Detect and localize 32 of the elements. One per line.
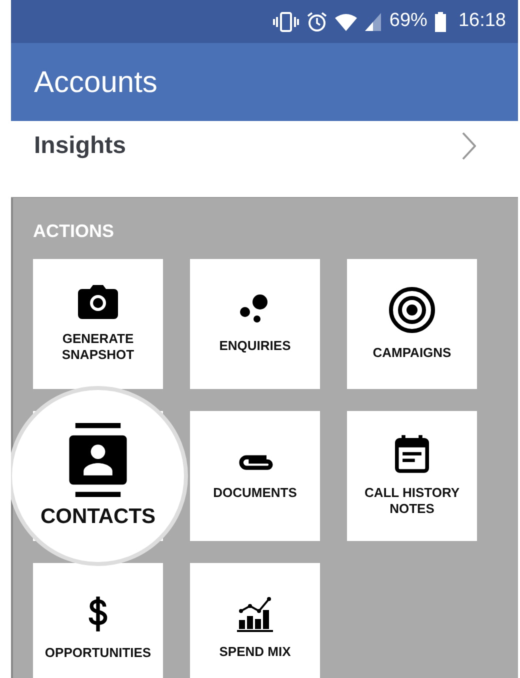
dollar-icon (87, 595, 109, 633)
tile-label: SPEND MIX (219, 644, 291, 660)
battery-icon (435, 12, 446, 32)
section-heading: ACTIONS (33, 220, 115, 243)
chevron-right-icon (462, 132, 476, 160)
action-tile[interactable]: CALL HISTORY NOTES (347, 411, 477, 541)
battery-percent: 69% (389, 9, 428, 34)
action-tile[interactable]: CAMPAIGNS (347, 259, 477, 389)
tile-label: DOCUMENTS (213, 485, 297, 501)
tile-label: ENQUIRIES (219, 338, 291, 354)
action-tile[interactable]: DOCUMENTS (190, 411, 320, 541)
action-tile[interactable]: OPPORTUNITIES (33, 563, 163, 678)
action-tile[interactable]: SPEND MIX (190, 563, 320, 678)
signal-icon (365, 12, 382, 30)
tile-label: GENERATE SNAPSHOT (60, 331, 136, 363)
tile-label: OPPORTUNITIES (44, 645, 152, 661)
calendar-note-icon (395, 435, 429, 473)
clock-time: 16:18 (458, 9, 506, 34)
contact-card-icon (69, 423, 127, 497)
tile-label: CALL HISTORY NOTES (363, 485, 461, 517)
alarm-icon (307, 12, 328, 32)
target-icon (389, 287, 435, 333)
insights-label: Insights (34, 131, 126, 161)
tile-label: CAMPAIGNS (372, 345, 452, 361)
camera-icon (78, 285, 118, 319)
bar-chart-icon (237, 596, 273, 632)
vibrate-icon (273, 12, 300, 32)
action-tile[interactable]: GENERATE SNAPSHOT (33, 259, 163, 389)
tile-label: CONTACTS (40, 505, 156, 529)
action-tile[interactable]: ENQUIRIES (190, 259, 320, 389)
app-bar-title: Accounts (34, 64, 158, 100)
wifi-icon (335, 12, 358, 30)
